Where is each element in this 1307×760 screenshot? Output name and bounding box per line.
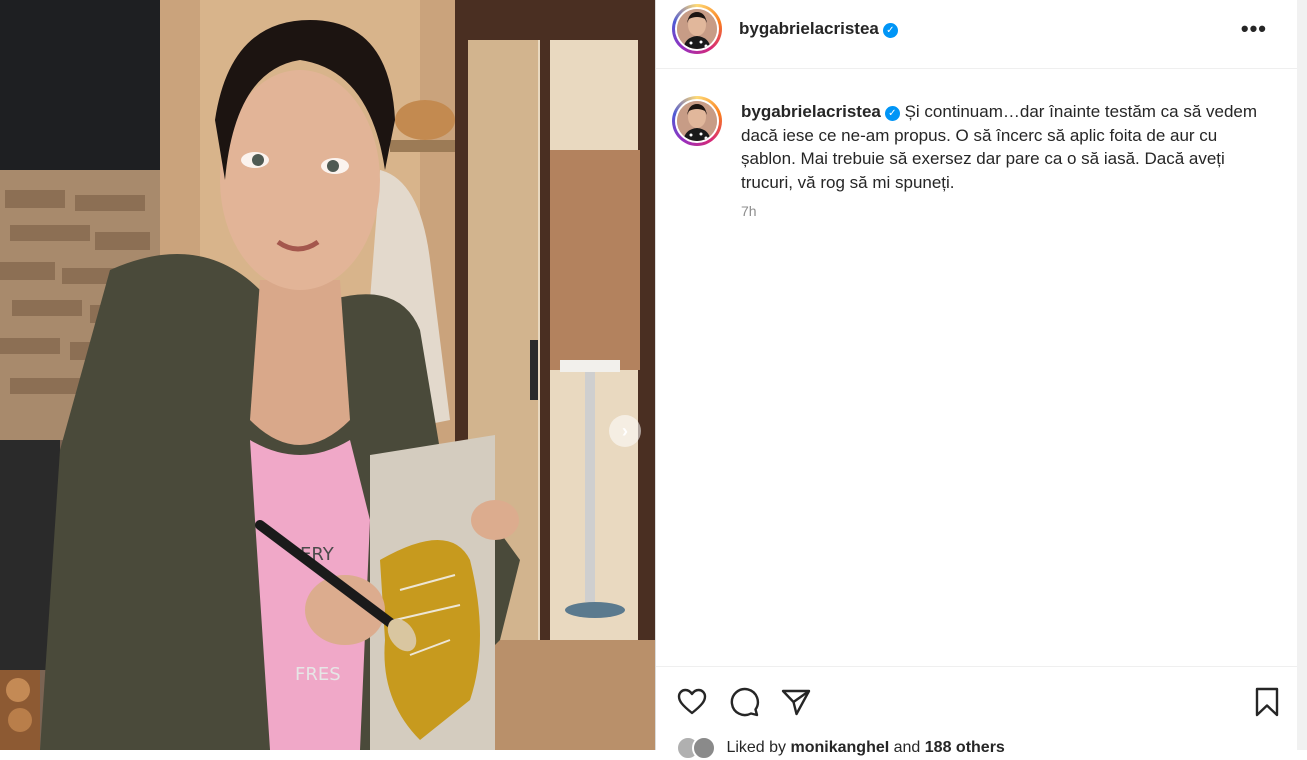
caption-avatar[interactable] (672, 96, 722, 146)
author-username[interactable]: bygabrielacristea (739, 19, 879, 38)
verified-badge-icon: ✓ (884, 106, 900, 121)
post-timestamp[interactable]: 7h (741, 203, 757, 219)
share-button[interactable] (780, 686, 812, 718)
likes-prefix: Liked by (726, 739, 791, 757)
post-header: bygabrielacristea ✓ ••• (656, 0, 1297, 69)
liker-avatar (692, 736, 716, 760)
send-icon (781, 689, 811, 716)
caption-username[interactable]: bygabrielacristea (741, 102, 881, 121)
post-caption: bygabrielacristea ✓ Și continuam…dar înai… (741, 100, 1276, 194)
actions-divider (656, 666, 1297, 667)
more-options-button[interactable]: ••• (1241, 18, 1267, 40)
comment-button[interactable] (728, 686, 760, 718)
bookmark-icon (1255, 687, 1279, 717)
post-media[interactable]: ERY FRES › (0, 0, 655, 750)
likes-others[interactable]: 188 others (925, 739, 1005, 756)
chevron-right-icon: › (622, 420, 628, 441)
media-divider (655, 0, 656, 750)
like-button[interactable] (676, 686, 708, 718)
comment-icon (730, 687, 760, 717)
svg-text:FRES: FRES (295, 664, 341, 685)
save-button[interactable] (1251, 686, 1283, 718)
likes-summary[interactable]: Liked by monikangheI and 188 others (676, 736, 1005, 760)
scrollbar-thumb[interactable] (1299, 0, 1305, 750)
heart-icon (677, 688, 707, 715)
likes-connector: and (889, 739, 925, 757)
post-photo: ERY FRES (0, 0, 655, 750)
next-slide-button[interactable]: › (609, 415, 641, 447)
scrollbar[interactable] (1297, 0, 1307, 750)
verified-badge-icon: ✓ (882, 23, 898, 38)
author-avatar[interactable] (672, 4, 722, 54)
liker-username[interactable]: monikangheI (791, 739, 890, 756)
